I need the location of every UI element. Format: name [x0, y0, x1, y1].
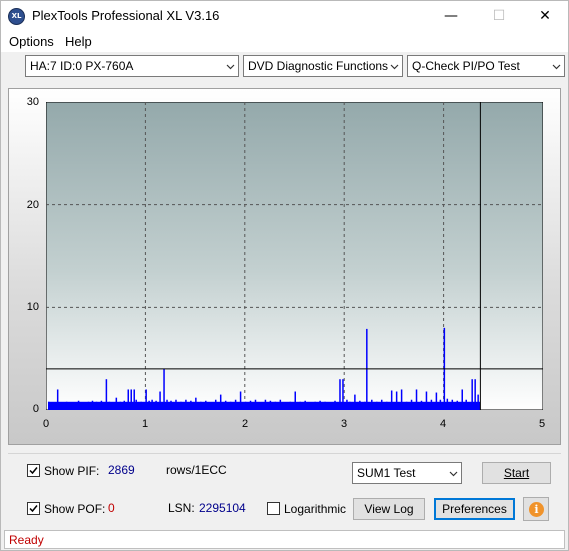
x-tick-label: 3: [340, 418, 348, 430]
sum-test-select[interactable]: SUM1 Test: [352, 462, 462, 484]
checkmark-icon: [29, 505, 38, 513]
menu-options[interactable]: Options: [9, 34, 54, 49]
pif-unit: rows/1ECC: [166, 463, 227, 477]
show-pif-label: Show PIF:: [44, 464, 100, 478]
data-baseline-band: [47, 401, 481, 410]
function-select-value: DVD Diagnostic Functions: [248, 59, 389, 73]
preferences-button-label: Preferences: [442, 502, 507, 516]
test-select[interactable]: Q-Check PI/PO Test: [407, 55, 565, 77]
window-title: PlexTools Professional XL V3.16: [32, 8, 220, 23]
x-tick-label: 2: [241, 418, 249, 430]
pipo-chart: [46, 102, 543, 410]
preferences-button[interactable]: Preferences: [434, 498, 515, 520]
y-tick-label: 0: [32, 403, 39, 415]
start-button[interactable]: Start: [482, 462, 551, 484]
show-pif-checkbox[interactable]: [27, 464, 40, 477]
function-select[interactable]: DVD Diagnostic Functions: [243, 55, 403, 77]
data-bar: [366, 328, 368, 410]
chevron-down-icon: [390, 64, 399, 70]
x-tick-label: 5: [538, 418, 546, 430]
minimize-button[interactable]: —: [428, 1, 474, 31]
test-select-value: Q-Check PI/PO Test: [412, 59, 520, 73]
chevron-down-icon: [449, 471, 458, 477]
info-icon: i: [529, 502, 544, 517]
sum-test-select-value: SUM1 Test: [357, 466, 416, 480]
logarithmic-checkbox[interactable]: [267, 502, 280, 515]
show-pof-label: Show POF:: [44, 502, 106, 516]
divider: [8, 453, 561, 454]
close-button[interactable]: ✕: [522, 1, 568, 31]
app-logo-icon: XL: [8, 8, 25, 25]
menu-bar: Options Help: [1, 31, 568, 52]
x-tick-label: 0: [42, 418, 50, 430]
view-log-button-label: View Log: [364, 502, 414, 516]
app-window: XL PlexTools Professional XL V3.16 — ☐ ✕…: [0, 0, 569, 551]
checkmark-icon: [29, 467, 38, 475]
chevron-down-icon: [552, 64, 561, 70]
title-bar: XL PlexTools Professional XL V3.16 — ☐ ✕: [1, 1, 568, 31]
lsn-value: 2295104: [199, 501, 246, 515]
x-tick-label: 1: [141, 418, 149, 430]
chevron-down-icon: [226, 64, 235, 70]
logarithmic-label: Logarithmic: [284, 502, 347, 516]
status-bar: Ready: [4, 530, 565, 549]
drive-select-value: HA:7 ID:0 PX-760A: [30, 59, 134, 73]
y-tick-label: 20: [26, 199, 39, 211]
plot-background: [46, 102, 543, 410]
view-log-button[interactable]: View Log: [353, 498, 425, 520]
show-pof-checkbox[interactable]: [27, 502, 40, 515]
maximize-button[interactable]: ☐: [476, 1, 522, 31]
y-tick-label: 30: [26, 96, 39, 108]
y-tick-label: 10: [26, 301, 39, 313]
lsn-label: LSN:: [168, 501, 195, 515]
pof-value: 0: [108, 501, 115, 515]
drive-select[interactable]: HA:7 ID:0 PX-760A: [25, 55, 239, 77]
status-text: Ready: [9, 533, 44, 547]
start-button-label: Start: [503, 466, 530, 480]
x-tick-label: 4: [439, 418, 447, 430]
menu-help[interactable]: Help: [65, 34, 92, 49]
pif-value: 2869: [108, 463, 135, 477]
info-button[interactable]: i: [523, 497, 549, 521]
